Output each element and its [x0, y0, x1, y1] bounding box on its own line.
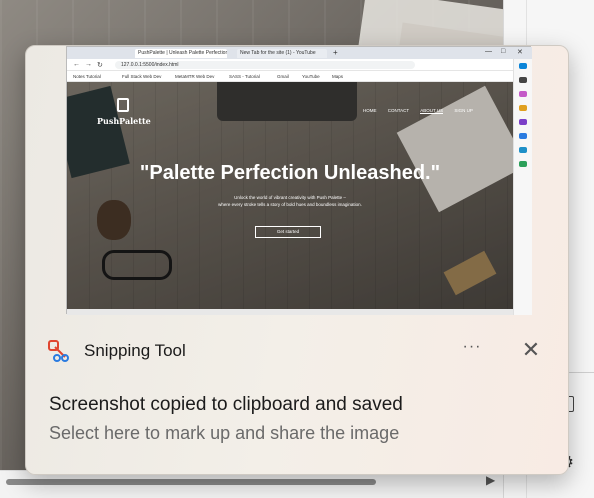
bookmarks-bar: Notes Tutorial Full Stack Web Dev MetaMT… [67, 71, 532, 82]
minimize-icon: — [485, 48, 492, 55]
bookmark-item: SASS - Tutorial [229, 74, 260, 79]
sidebar-app-icon [519, 63, 527, 69]
sidebar-app-icon [519, 161, 527, 167]
forward-icon: → [85, 61, 92, 68]
site-nav-home: HOME [363, 108, 377, 113]
scroll-right-arrow-icon[interactable]: ▶ [486, 473, 495, 487]
reload-icon: ↻ [97, 62, 103, 69]
close-window-icon: ✕ [517, 49, 523, 56]
sidebar-app-icon [519, 147, 527, 153]
new-tab-icon: + [333, 48, 338, 57]
bookmark-item: YouTube [302, 74, 320, 79]
notification-subtitle[interactable]: Select here to mark up and share the ima… [49, 423, 399, 444]
sidebar-app-icon [519, 77, 527, 83]
bookmark-item: MetaMTR Web Dev [175, 74, 215, 79]
sidebar-app-icon [519, 105, 527, 111]
site-logo-icon [117, 98, 129, 112]
site-subheadline: Unlock the world of vibrant creativity w… [67, 194, 513, 208]
browser-status-bar [67, 309, 513, 315]
site-nav-signup: SIGN UP [454, 108, 473, 113]
close-notification-button[interactable]: ✕ [519, 339, 543, 363]
site-headline: "Palette Perfection Unleashed." [139, 162, 441, 184]
bookmark-item: Maps [332, 74, 344, 79]
site-nav-contact: CONTACT [387, 108, 410, 113]
browser-tab: New Tab for the site (1) - YouTube [237, 49, 327, 58]
browser-tab-bar: PushPalette | Unleash Palette Perfection… [67, 47, 532, 59]
notification-title[interactable]: Screenshot copied to clipboard and saved [49, 394, 403, 416]
more-options-button[interactable]: ··· [460, 338, 484, 362]
browser-tab-active: PushPalette | Unleash Palette Perfection [135, 49, 227, 58]
screenshot-preview[interactable]: PushPalette | Unleash Palette Perfection… [66, 46, 532, 315]
sidebar-app-icon [519, 119, 527, 125]
bookmark-item: Notes Tutorial [73, 74, 101, 79]
scrollbar-thumb[interactable] [6, 479, 376, 485]
site-nav-about: ABOUT US [420, 108, 444, 114]
site-nav: HOME CONTACT ABOUT US SIGN UP [363, 108, 483, 114]
site-subheadline-line: Unlock the world of vibrant creativity w… [234, 195, 346, 200]
maximize-icon: □ [501, 48, 506, 55]
browser-address-bar: ← → ↻ 127.0.0.1:5500/index.html [67, 59, 532, 71]
url-field: 127.0.0.1:5500/index.html [115, 61, 415, 69]
website-hero: PushPalette HOME CONTACT ABOUT US SIGN U… [67, 82, 513, 309]
site-logo: PushPalette [97, 116, 151, 126]
bookmark-item: Gmail [277, 74, 289, 79]
sidebar-app-icon [519, 91, 527, 97]
browser-sidebar [513, 59, 532, 315]
site-subheadline-line: where every stroke tells a story of bold… [218, 202, 362, 207]
sidebar-app-icon [519, 133, 527, 139]
bookmark-item: Full Stack Web Dev [122, 74, 162, 79]
snipping-tool-notification[interactable]: PushPalette | Unleash Palette Perfection… [25, 45, 569, 475]
scissors-icon [48, 340, 69, 362]
back-icon: ← [73, 61, 80, 68]
site-cta-button: Get started [255, 226, 321, 238]
app-name: Snipping Tool [84, 341, 186, 360]
